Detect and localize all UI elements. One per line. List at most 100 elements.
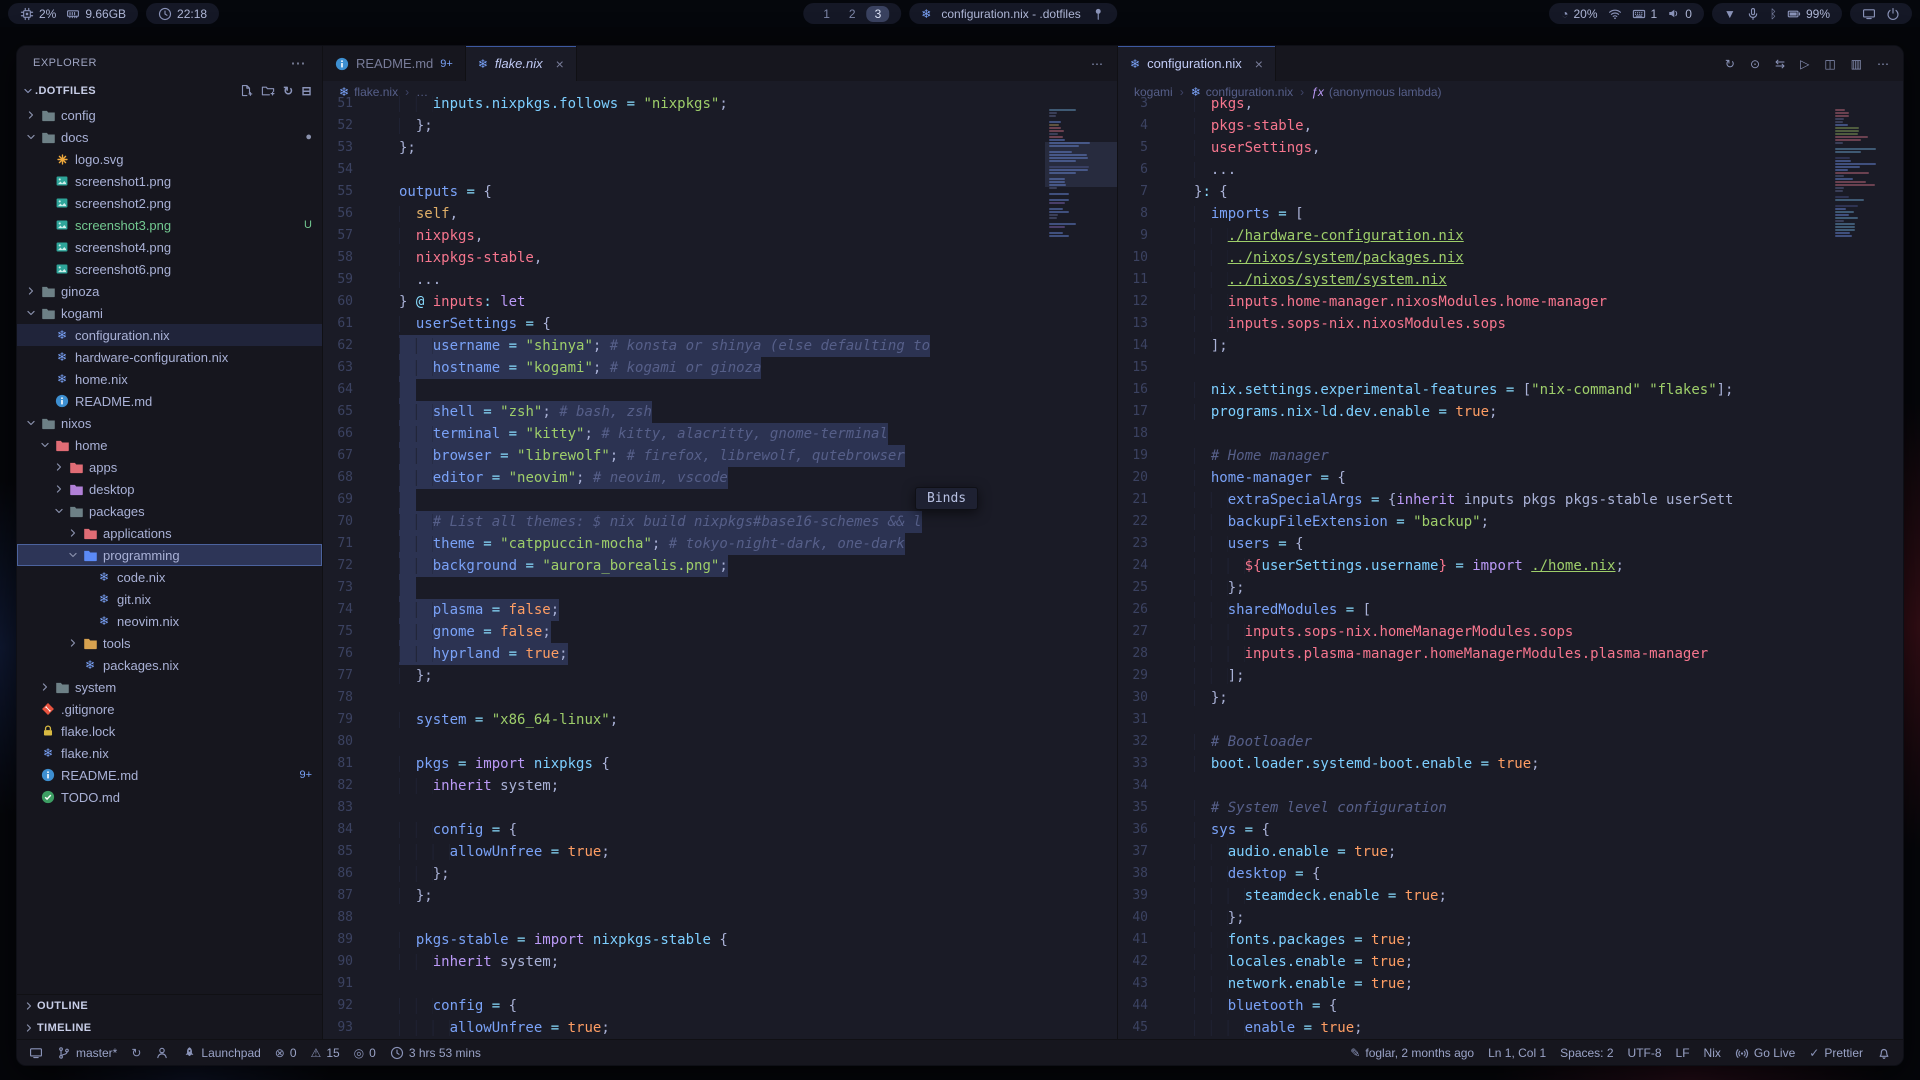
tree-item-readme-md[interactable]: README.md	[17, 390, 322, 412]
wifi[interactable]	[1608, 7, 1622, 21]
code-line[interactable]: 58 nixpkgs-stable,	[323, 247, 1045, 269]
code-line[interactable]: 85 allowUnfree = true;	[323, 841, 1045, 863]
tree-item-applications[interactable]: applications	[17, 522, 322, 544]
code-line[interactable]: 25 };	[1118, 577, 1831, 599]
close-icon[interactable]: ×	[1255, 56, 1263, 72]
disk-usage[interactable]: ◔20%	[1561, 7, 1597, 21]
power[interactable]	[1886, 7, 1900, 21]
problems-warnings[interactable]: ⚠15	[311, 1046, 340, 1060]
code-line[interactable]: 21 extraSpecialArgs = {inherit inputs pk…	[1118, 489, 1831, 511]
language-mode[interactable]: Nix	[1704, 1046, 1721, 1060]
newfile-icon[interactable]	[239, 84, 253, 98]
code-line[interactable]: 88	[323, 907, 1045, 929]
more-icon[interactable]: ⋯	[1877, 58, 1889, 70]
tree-item-packages[interactable]: packages	[17, 500, 322, 522]
tree-item-screenshot3-png[interactable]: screenshot3.pngU	[17, 214, 322, 236]
code-line[interactable]: 76 hyprland = true;	[323, 643, 1045, 665]
panel-outline[interactable]: OUTLINE	[17, 995, 322, 1017]
code-line[interactable]: 87 };	[323, 885, 1045, 907]
code-line[interactable]: 6 ...	[1118, 159, 1831, 181]
minimap[interactable]	[1831, 103, 1903, 1039]
code-line[interactable]: 86 };	[323, 863, 1045, 885]
code-line[interactable]: 55outputs = {	[323, 181, 1045, 203]
problems-errors[interactable]: ⊗0	[275, 1046, 297, 1060]
code-line[interactable]: 13 inputs.sops-nix.nixosModules.sops	[1118, 313, 1831, 335]
workspace-3[interactable]: 3	[867, 6, 890, 22]
tree-item-screenshot6-png[interactable]: screenshot6.png	[17, 258, 322, 280]
accounts[interactable]	[155, 1046, 169, 1060]
code-line[interactable]: 59 ...	[323, 269, 1045, 291]
volume[interactable]: 0	[1667, 7, 1692, 21]
code-line[interactable]: 83	[323, 797, 1045, 819]
bluetooth[interactable]: ᛒ	[1770, 8, 1777, 20]
code-line[interactable]: 34	[1118, 775, 1831, 797]
code-line[interactable]: 38 desktop = {	[1118, 863, 1831, 885]
tree-item-tools[interactable]: tools	[17, 632, 322, 654]
code-line[interactable]: 80	[323, 731, 1045, 753]
code-line[interactable]: 15	[1118, 357, 1831, 379]
refresh-icon[interactable]: ↻	[1725, 58, 1735, 70]
code-line[interactable]: 17 programs.nix-ld.dev.enable = true;	[1118, 401, 1831, 423]
code-line[interactable]: 10 ../nixos/system/packages.nix	[1118, 247, 1831, 269]
grid-icon[interactable]: ▥	[1851, 58, 1862, 70]
code-line[interactable]: 62 username = "shinya"; # konsta or shin…	[323, 335, 1045, 357]
tab-flake-nix[interactable]: ❄flake.nix×	[466, 46, 577, 81]
code-line[interactable]: 4 pkgs-stable,	[1118, 115, 1831, 137]
tab-readme-md[interactable]: README.md9+	[323, 46, 466, 81]
code-line[interactable]: 79 system = "x86_64-linux";	[323, 709, 1045, 731]
tree-item-screenshot1-png[interactable]: screenshot1.png	[17, 170, 322, 192]
minimap[interactable]	[1045, 103, 1117, 1039]
tree-item-kogami[interactable]: kogami	[17, 302, 322, 324]
code-line[interactable]: 19 # Home manager	[1118, 445, 1831, 467]
code-line[interactable]: 73	[323, 577, 1045, 599]
code-line[interactable]: 51 inputs.nixpkgs.follows = "nixpkgs";	[323, 93, 1045, 115]
code-line[interactable]: 92 config = {	[323, 995, 1045, 1017]
tree-item-flake-lock[interactable]: flake.lock	[17, 720, 322, 742]
tab-configuration-nix[interactable]: ❄configuration.nix×	[1118, 46, 1276, 81]
code-line[interactable]: 84 config = {	[323, 819, 1045, 841]
compare-icon[interactable]: ⊙	[1750, 58, 1760, 70]
newfolder-icon[interactable]	[261, 84, 275, 98]
code-line[interactable]: 26 sharedModules = [	[1118, 599, 1831, 621]
code-line[interactable]: 37 audio.enable = true;	[1118, 841, 1831, 863]
code-line[interactable]: 14 ];	[1118, 335, 1831, 357]
code-line[interactable]: 61 userSettings = {	[323, 313, 1045, 335]
code-line[interactable]: 52 };	[323, 115, 1045, 137]
run-icon[interactable]: ▷	[1800, 58, 1809, 70]
git-branch[interactable]: master*	[57, 1046, 117, 1060]
eol[interactable]: LF	[1676, 1046, 1690, 1060]
tree-item-home-nix[interactable]: ❄home.nix	[17, 368, 322, 390]
code-line[interactable]: 12 inputs.home-manager.nixosModules.home…	[1118, 291, 1831, 313]
code-line[interactable]: 77 };	[323, 665, 1045, 687]
tree-item-programming[interactable]: programming	[17, 544, 322, 566]
more-icon[interactable]: ⋯	[1091, 58, 1103, 70]
code-line[interactable]: 18	[1118, 423, 1831, 445]
remote-indicator[interactable]	[29, 1046, 43, 1060]
launchpad[interactable]: Launchpad	[183, 1046, 260, 1060]
tree-item-config[interactable]: config	[17, 104, 322, 126]
code-line[interactable]: 66 terminal = "kitty"; # kitty, alacritt…	[323, 423, 1045, 445]
code-line[interactable]: 44 bluetooth = {	[1118, 995, 1831, 1017]
swap-icon[interactable]: ⇆	[1775, 58, 1785, 70]
code-line[interactable]: 23 users = {	[1118, 533, 1831, 555]
code-line[interactable]: 65 shell = "zsh"; # bash, zsh	[323, 401, 1045, 423]
more-actions-icon[interactable]: ⋯	[291, 54, 307, 72]
code-line[interactable]: 20 home-manager = {	[1118, 467, 1831, 489]
code-line[interactable]: 71 theme = "catppuccin-mocha"; # tokyo-n…	[323, 533, 1045, 555]
code-line[interactable]: 57 nixpkgs,	[323, 225, 1045, 247]
close-icon[interactable]: ×	[556, 56, 564, 72]
tree-item-system[interactable]: system	[17, 676, 322, 698]
code-line[interactable]: 27 inputs.sops-nix.homeManagerModules.so…	[1118, 621, 1831, 643]
code-line[interactable]: 93 allowUnfree = true;	[323, 1017, 1045, 1039]
code-line[interactable]: 78	[323, 687, 1045, 709]
code-line[interactable]: 82 inherit system;	[323, 775, 1045, 797]
tree-item-hardware-configuration-nix[interactable]: ❄hardware-configuration.nix	[17, 346, 322, 368]
gitlens-blame[interactable]: ✎foglar, 2 months ago	[1350, 1046, 1474, 1060]
tree-item-desktop[interactable]: desktop	[17, 478, 322, 500]
panel-timeline[interactable]: TIMELINE	[17, 1017, 322, 1039]
code-line[interactable]: 28 inputs.plasma-manager.homeManagerModu…	[1118, 643, 1831, 665]
keyboard-layout[interactable]: 1	[1632, 7, 1658, 21]
code-line[interactable]: 3 pkgs,	[1118, 93, 1831, 115]
code-line[interactable]: 67 browser = "librewolf"; # firefox, lib…	[323, 445, 1045, 467]
code-line[interactable]: 53};	[323, 137, 1045, 159]
